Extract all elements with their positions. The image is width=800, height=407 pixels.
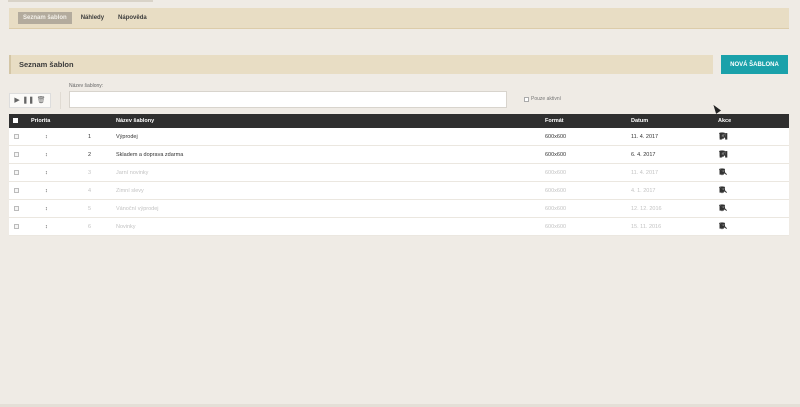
- drag-priority-icon[interactable]: ↕: [45, 182, 48, 200]
- drag-priority-icon[interactable]: ↕: [45, 164, 48, 182]
- active-only-filter[interactable]: Pouze aktivní: [524, 96, 561, 102]
- template-format: 600x600: [545, 152, 567, 158]
- row-checkbox[interactable]: [14, 128, 19, 146]
- section-title: Seznam šablon: [19, 60, 74, 69]
- table-body: ↕ 1 Výprodej 600x600 11. 4. 2017 ✎ ❚❚ ❐ …: [9, 128, 789, 236]
- header-name[interactable]: Název šablony: [116, 114, 154, 128]
- template-date: 11. 4. 2017: [631, 170, 659, 176]
- template-format: 600x600: [545, 188, 567, 194]
- template-name: Zimní slevy: [116, 188, 144, 194]
- header-date[interactable]: Datum: [631, 114, 648, 128]
- table-row[interactable]: ↕ 5 Vánoční výprodej 600x600 12. 12. 201…: [9, 200, 789, 218]
- table-row[interactable]: ↕ 1 Výprodej 600x600 11. 4. 2017 ✎ ❚❚ ❐ …: [9, 128, 789, 146]
- tab-template-list[interactable]: Seznam šablon: [18, 12, 72, 24]
- row-checkbox[interactable]: [14, 182, 19, 200]
- row-checkbox[interactable]: [14, 146, 19, 164]
- template-date: 11. 4. 2017: [631, 134, 659, 140]
- template-format: 600x600: [545, 170, 567, 176]
- section-header: Seznam šablon: [9, 55, 713, 74]
- new-template-button[interactable]: NOVÁ ŠABLONA: [721, 55, 788, 74]
- row-number: 3: [88, 170, 92, 176]
- delete-icon[interactable]: 🗑: [718, 182, 726, 200]
- row-checkbox[interactable]: [14, 164, 19, 182]
- table-row[interactable]: ↕ 3 Jarní novinky 600x600 11. 4. 2017 ✎ …: [9, 164, 789, 182]
- template-format: 600x600: [545, 224, 567, 230]
- active-only-checkbox[interactable]: [524, 96, 529, 102]
- pause-icon[interactable]: ❚❚: [22, 97, 34, 104]
- delete-icon[interactable]: 🗑: [718, 218, 726, 236]
- template-name: Výprodej: [116, 134, 138, 140]
- template-date: 12. 12. 2016: [631, 206, 662, 212]
- delete-icon[interactable]: 🗑: [718, 164, 726, 182]
- row-number: 6: [88, 224, 92, 230]
- delete-icon[interactable]: 🗑: [718, 200, 726, 218]
- header-format[interactable]: Formát: [545, 114, 564, 128]
- row-number: 4: [88, 188, 92, 194]
- tab-bar: Seznam šablon Náhledy Nápověda: [9, 8, 789, 29]
- table-row[interactable]: ↕ 6 Novinky 600x600 15. 11. 2016 ✎ ▶ ❐ 🗑: [9, 218, 789, 236]
- template-date: 15. 11. 2016: [631, 224, 662, 230]
- drag-priority-icon[interactable]: ↕: [45, 146, 48, 164]
- table-row[interactable]: ↕ 4 Zimní slevy 600x600 4. 1. 2017 ✎ ▶ ❐…: [9, 182, 789, 200]
- drag-priority-icon[interactable]: ↕: [45, 128, 48, 146]
- select-all-checkbox[interactable]: [13, 118, 18, 123]
- header-actions: Akce: [718, 118, 732, 124]
- table-header: Priorita Název šablony Formát Datum Akce: [9, 114, 789, 128]
- template-date: 6. 4. 2017: [631, 152, 656, 158]
- header-priority[interactable]: Priorita: [31, 114, 50, 128]
- drag-priority-icon[interactable]: ↕: [45, 218, 48, 236]
- template-name-filter-input[interactable]: [69, 91, 507, 108]
- toolbar-divider: [60, 92, 61, 109]
- play-icon[interactable]: ▶: [14, 97, 19, 104]
- template-date: 4. 1. 2017: [631, 188, 656, 194]
- table-row[interactable]: ↕ 2 Skladem a doprava zdarma 600x600 6. …: [9, 146, 789, 164]
- row-checkbox[interactable]: [14, 200, 19, 218]
- template-format: 600x600: [545, 206, 567, 212]
- row-checkbox[interactable]: [14, 218, 19, 236]
- template-name: Vánoční výprodej: [116, 206, 159, 212]
- top-strip: [8, 0, 153, 2]
- tab-previews[interactable]: Náhledy: [76, 12, 109, 24]
- delete-icon[interactable]: 🗑: [718, 128, 726, 146]
- mouse-cursor: [710, 103, 722, 114]
- templates-table: Priorita Název šablony Formát Datum Akce…: [9, 114, 789, 236]
- drag-priority-icon[interactable]: ↕: [45, 200, 48, 218]
- row-number: 1: [88, 134, 92, 140]
- row-number: 2: [88, 152, 92, 158]
- template-name: Novinky: [116, 224, 136, 230]
- tab-help[interactable]: Nápověda: [113, 12, 152, 24]
- bulk-action-toolbar: ▶ ❚❚ 🗑: [9, 93, 51, 108]
- template-name: Skladem a doprava zdarma: [116, 152, 184, 158]
- template-name-filter-label: Název šablony:: [69, 83, 104, 89]
- template-format: 600x600: [545, 134, 567, 140]
- template-name: Jarní novinky: [116, 170, 149, 176]
- delete-icon[interactable]: 🗑: [718, 146, 726, 164]
- row-number: 5: [88, 206, 92, 212]
- trash-icon[interactable]: 🗑: [37, 97, 46, 104]
- active-only-label: Pouze aktivní: [531, 96, 562, 102]
